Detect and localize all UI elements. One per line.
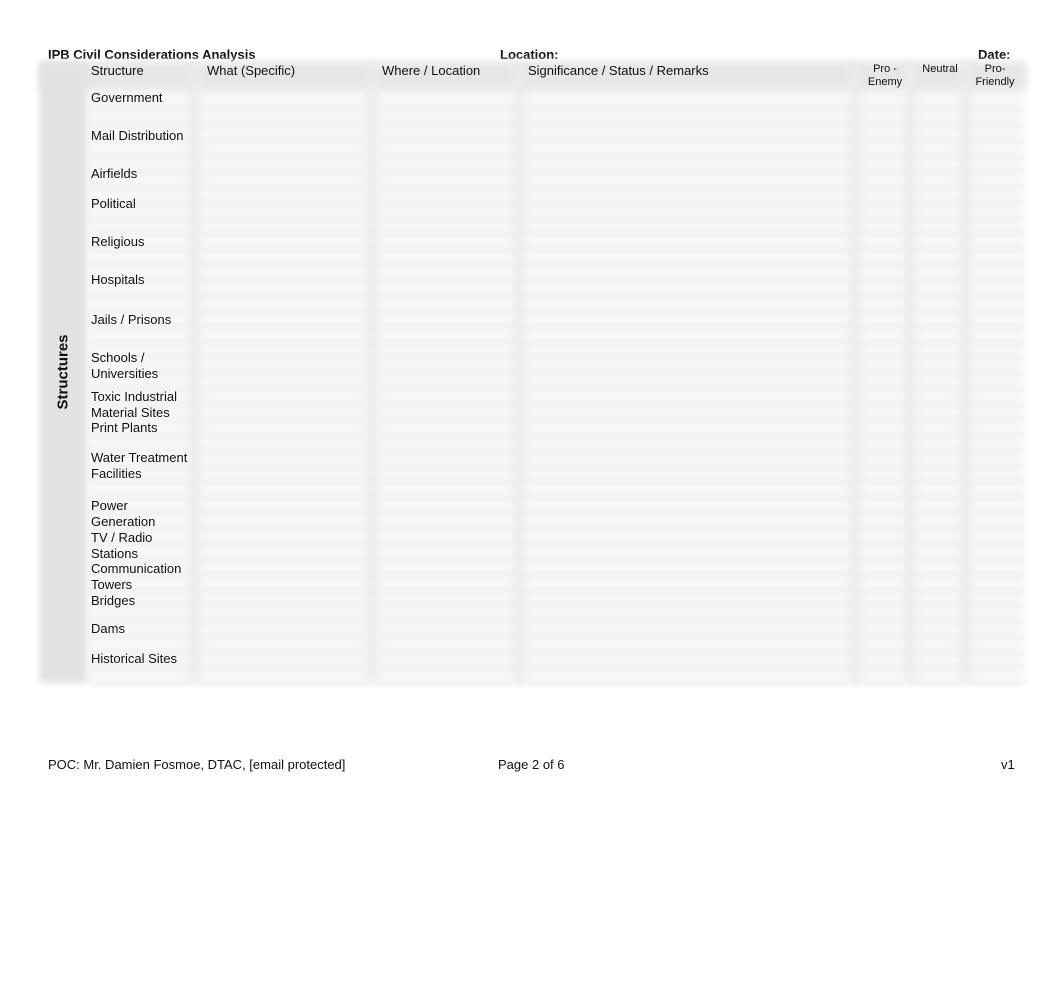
location-label: Location: <box>500 47 559 62</box>
footer-poc: POC: Mr. Damien Fosmoe, DTAC, [email pro… <box>48 757 346 772</box>
column-header-what: What (Specific) <box>207 63 296 78</box>
row-divider <box>90 681 1024 685</box>
row-divider <box>90 232 1024 235</box>
footer-page-number: Page 2 of 6 <box>498 757 565 772</box>
row-label: Jails / Prisons <box>91 312 172 327</box>
row-divider <box>90 278 1024 282</box>
row-divider <box>90 185 1024 189</box>
column-header-where: Where / Location <box>382 63 481 78</box>
footer-version: v1 <box>1001 757 1015 772</box>
row-divider <box>90 433 1024 437</box>
row-divider <box>90 247 1024 251</box>
row-label: Water Treatment Facilities <box>91 450 188 481</box>
column-header-pro-enemy: Pro - Enemy <box>867 63 903 88</box>
row-label: Political <box>91 196 136 211</box>
row-label: Print Plants <box>91 420 158 435</box>
row-label: Schools / Universities <box>91 350 159 381</box>
row-label: Government <box>91 90 163 105</box>
row-divider <box>90 371 1024 375</box>
column-header-structure: Structure <box>91 63 144 78</box>
row-divider <box>90 340 1024 344</box>
row-label: Historical Sites <box>91 651 177 666</box>
row-label: Bridges <box>91 593 136 608</box>
row-divider <box>90 635 1024 638</box>
row-divider <box>90 309 1024 313</box>
row-divider <box>90 170 1024 173</box>
row-divider <box>90 464 1024 468</box>
row-divider <box>90 604 1024 607</box>
row-divider <box>90 666 1024 669</box>
row-label: Airfields <box>91 166 138 181</box>
row-divider <box>90 542 1024 545</box>
row-divider <box>90 557 1024 561</box>
structures-side-label: Structures <box>54 334 72 410</box>
row-divider <box>90 356 1024 359</box>
column-header-significance: Significance / Status / Remarks <box>528 63 709 78</box>
row-divider <box>90 495 1024 499</box>
column-header-pro-friendly: Pro- Friendly <box>975 63 1015 88</box>
row-divider <box>90 511 1024 514</box>
row-divider <box>90 418 1024 421</box>
row-divider <box>90 123 1024 127</box>
row-divider <box>90 216 1024 220</box>
row-divider <box>90 387 1024 390</box>
row-label: Religious <box>91 234 145 249</box>
row-divider <box>90 573 1024 576</box>
row-divider <box>90 619 1024 623</box>
row-label: TV / Radio Stations <box>91 530 153 561</box>
row-divider <box>90 294 1024 297</box>
row-label: Toxic Industrial Material Sites <box>91 389 177 420</box>
row-label: Communication Towers <box>91 561 182 592</box>
document-title: IPB Civil Considerations Analysis <box>48 47 256 62</box>
row-divider <box>90 108 1024 111</box>
row-label: Dams <box>91 621 125 636</box>
row-divider <box>90 402 1024 406</box>
row-divider <box>90 650 1024 654</box>
row-divider <box>90 201 1024 204</box>
row-divider <box>90 154 1024 158</box>
row-label: Power Generation <box>91 498 156 529</box>
row-divider <box>90 449 1024 452</box>
row-divider <box>90 588 1024 592</box>
row-divider <box>90 480 1024 483</box>
row-divider <box>90 325 1024 328</box>
row-divider <box>90 139 1024 142</box>
row-label: Hospitals <box>91 272 145 287</box>
row-label: Mail Distribution <box>91 128 184 143</box>
row-divider <box>90 263 1024 266</box>
row-divider <box>90 526 1024 530</box>
column-header-neutral: Neutral <box>922 63 958 75</box>
date-label: Date: <box>978 47 1011 62</box>
